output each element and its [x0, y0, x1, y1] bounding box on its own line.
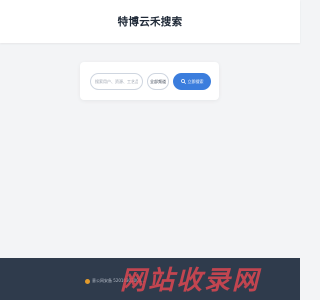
search-button-label: 立即搜索 — [187, 78, 204, 84]
svg-text:网站收录网: 网站收录网 — [120, 266, 262, 296]
police-badge-icon — [85, 279, 90, 284]
filter-select-label: 全部频道 — [150, 78, 166, 84]
search-input[interactable] — [90, 73, 143, 90]
header-bar: 特博云禾搜索 — [0, 0, 300, 43]
filter-select[interactable]: 全部频道 — [147, 73, 169, 90]
search-icon — [180, 79, 186, 84]
watermark-logo: 网站收录网 — [120, 262, 302, 296]
search-button[interactable]: 立即搜索 — [173, 73, 211, 90]
page: 特博云禾搜索 全部频道 立即搜索 意公网安备 52010302000... 网站… — [0, 0, 300, 300]
site-title: 特博云禾搜索 — [117, 16, 183, 28]
search-card: 全部频道 立即搜索 — [80, 62, 219, 100]
